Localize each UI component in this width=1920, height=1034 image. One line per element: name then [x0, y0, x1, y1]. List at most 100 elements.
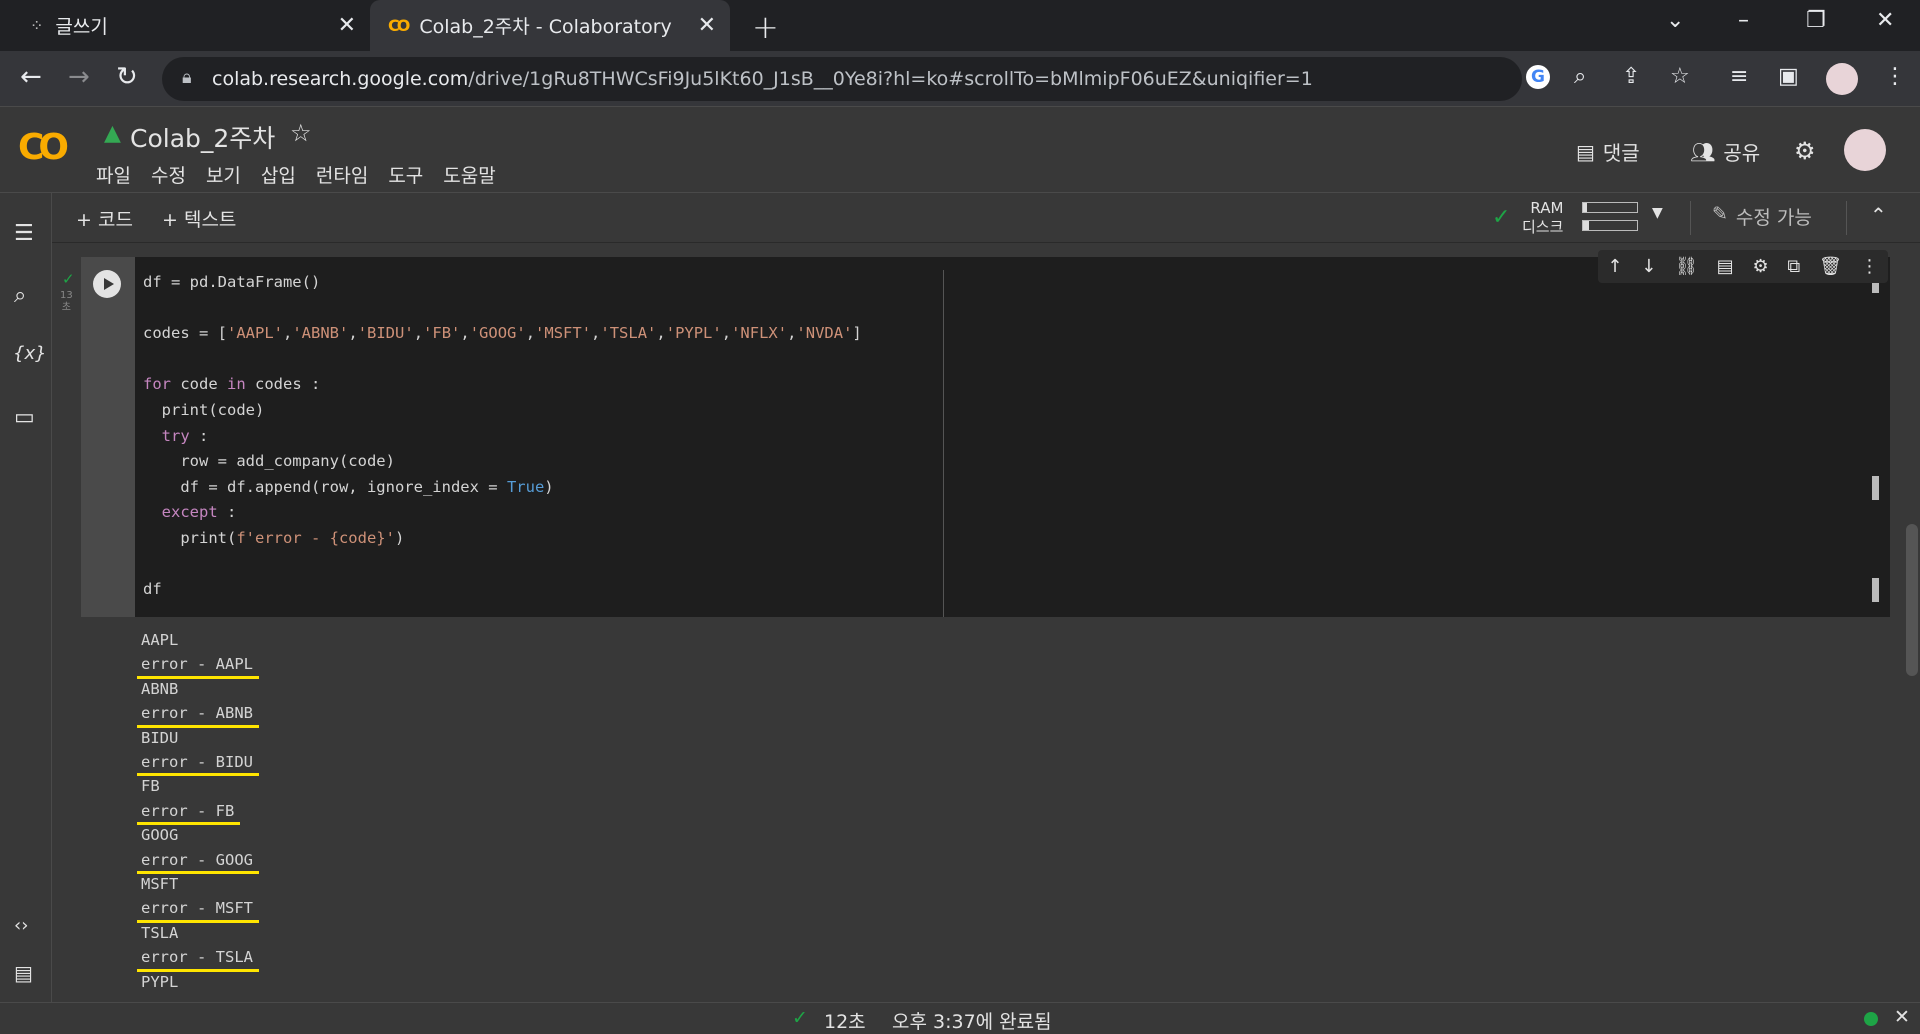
exec-unit: 초 — [61, 302, 71, 313]
address-bar[interactable]: 🔒︎ colab.research.google.com/drive/1gRu8… — [162, 57, 1522, 101]
profile-avatar[interactable] — [1826, 63, 1858, 95]
highlighted-error-line: error - BIDU — [137, 750, 259, 777]
code-content: df = pd.DataFrame() codes = ['AAPL','ABN… — [143, 270, 862, 603]
terminal-icon[interactable]: ▤ — [14, 961, 33, 985]
move-down-icon[interactable]: ↓ — [1641, 256, 1656, 277]
tab-title: 글쓰기 — [55, 16, 108, 38]
pencil-icon: ✎ — [1712, 203, 1728, 225]
settings-gear-icon[interactable]: ⚙ — [1794, 137, 1816, 165]
output-text: AAPL error - AAPL ABNB error - ABNB BIDU erro… — [136, 628, 259, 994]
output-ticker: BIDU — [141, 728, 179, 747]
window-close-icon[interactable]: ✕ — [1876, 8, 1894, 33]
link-icon[interactable]: ⛓ — [1675, 256, 1698, 277]
comment-cell-icon[interactable]: ▤ — [1717, 256, 1734, 277]
tab-colab[interactable]: CO Colab_2주차 - Colaboratory ✕ — [370, 0, 730, 51]
output-ticker: AAPL — [141, 631, 179, 649]
ram-meter — [1582, 202, 1638, 213]
restore-icon[interactable]: ❐ — [1806, 8, 1826, 33]
folder-icon[interactable]: ▭ — [14, 405, 35, 430]
notebook-title[interactable]: Colab_2주차 — [130, 119, 275, 155]
menu-edit[interactable]: 수정 — [151, 161, 186, 188]
output-line: GOOG — [141, 823, 253, 847]
output-line: BIDU — [141, 726, 253, 750]
output-line: error - BIDU — [137, 750, 259, 777]
minimap-mark — [1872, 476, 1879, 500]
google-icon[interactable]: G — [1526, 65, 1550, 89]
output-line: error - GOOG — [137, 848, 259, 875]
output-line: ABNB — [141, 677, 253, 701]
code-line: print(f'error - {code}') — [143, 528, 405, 547]
more-icon[interactable]: ⋮ — [1861, 256, 1879, 277]
tab-close-icon[interactable]: ✕ — [698, 13, 716, 38]
user-avatar[interactable] — [1844, 129, 1886, 171]
code-snippets-icon[interactable]: ‹› — [14, 915, 28, 936]
tab-search-icon[interactable]: ⌄ — [1666, 8, 1684, 33]
menu-help[interactable]: 도움말 — [443, 161, 495, 188]
output-line: FB — [141, 774, 253, 798]
share-button[interactable]: 👥︎ 공유 — [1690, 137, 1760, 166]
star-icon[interactable]: ☆ — [290, 119, 312, 147]
status-close-icon[interactable]: ✕ — [1894, 1006, 1910, 1028]
highlighted-error-line: error - ABNB — [137, 701, 259, 729]
add-text-button[interactable]: + 텍스트 — [162, 205, 236, 232]
minimize-icon[interactable]: – — [1738, 8, 1749, 33]
menu-view[interactable]: 보기 — [206, 161, 241, 188]
status-bar: ✓ 12초 오후 3:37에 완료됨 ✕ — [0, 1002, 1920, 1034]
run-cell-button[interactable] — [93, 270, 121, 298]
back-icon[interactable]: ← — [20, 62, 42, 92]
output-ticker: MSFT — [141, 875, 179, 894]
output-line: MSFT — [141, 872, 253, 896]
edit-mode-button[interactable]: ✎ 수정 가능 — [1712, 203, 1812, 230]
code-line: for code in codes : — [143, 375, 321, 394]
drive-icon: ▲ — [104, 121, 121, 146]
variables-icon[interactable]: {x} — [13, 343, 47, 364]
share-page-icon[interactable]: ⇪ — [1622, 64, 1640, 89]
browser-menu-icon[interactable]: ⋮ — [1884, 64, 1906, 89]
mirror-cell-icon[interactable]: ⧉ — [1787, 256, 1800, 277]
menu-runtime[interactable]: 런타임 — [316, 161, 368, 188]
toolbar-divider — [1846, 201, 1847, 235]
code-line: except : — [161, 503, 237, 522]
menu-file[interactable]: 파일 — [96, 161, 131, 188]
new-tab-button[interactable]: + — [752, 8, 779, 46]
delete-icon[interactable]: 🗑︎ — [1819, 256, 1842, 277]
menu-tools[interactable]: 도구 — [388, 161, 423, 188]
toolbar-divider — [1690, 201, 1691, 235]
share-label: 공유 — [1723, 141, 1761, 165]
search-icon[interactable]: ⌕ — [14, 283, 26, 308]
disk-meter — [1582, 220, 1638, 231]
forward-icon[interactable]: → — [68, 62, 90, 92]
editor-ruler — [943, 270, 944, 617]
scrollbar-thumb[interactable] — [1906, 524, 1918, 676]
add-code-button[interactable]: + 코드 — [76, 205, 133, 232]
tab-writing[interactable]: ⁘ 글쓰기 ✕ — [0, 0, 370, 51]
output-line: error - MSFT — [137, 896, 259, 924]
output-line: error - AAPL — [137, 652, 259, 680]
code-line: df = df.append(row, ignore_index = True) — [143, 477, 554, 496]
bookmark-star-icon[interactable]: ☆ — [1670, 64, 1690, 89]
collapse-header-icon[interactable]: ⌃ — [1870, 203, 1887, 227]
people-icon: 👥︎ — [1690, 139, 1716, 164]
menu-insert[interactable]: 삽입 — [261, 161, 296, 188]
resources-dropdown-icon[interactable]: ▼ — [1652, 205, 1663, 221]
highlighted-error-line: error - MSFT — [137, 896, 259, 924]
reload-icon[interactable]: ↻ — [116, 62, 138, 92]
comment-button[interactable]: ▤ 댓글 — [1576, 137, 1640, 166]
colab-logo[interactable]: CO — [18, 127, 69, 168]
toc-icon[interactable]: ☰ — [14, 221, 34, 246]
highlighted-error-line: error - GOOG — [137, 848, 259, 875]
highlighted-error-line: error - FB — [136, 799, 241, 826]
cell-settings-icon[interactable]: ⚙ — [1752, 256, 1768, 277]
zoom-icon[interactable]: ⌕ — [1574, 64, 1586, 89]
lock-icon: 🔒︎ — [182, 67, 192, 88]
side-panel-icon[interactable]: ▣ — [1778, 64, 1799, 89]
tab-close-icon[interactable]: ✕ — [338, 13, 356, 38]
status-check-icon: ✓ — [792, 1007, 808, 1029]
move-up-icon[interactable]: ↑ — [1607, 256, 1622, 277]
connection-status-icon — [1864, 1012, 1878, 1026]
resources-indicator[interactable]: RAM 디스크 — [1522, 199, 1563, 237]
left-sidebar: ☰ ⌕ {x} ▭ ‹› ▤ — [0, 193, 52, 1002]
media-queue-icon[interactable]: ≡ — [1730, 64, 1748, 89]
output-ticker: GOOG — [141, 826, 179, 845]
code-line: codes = ['AAPL','ABNB','BIDU','FB','GOOG… — [143, 324, 862, 343]
